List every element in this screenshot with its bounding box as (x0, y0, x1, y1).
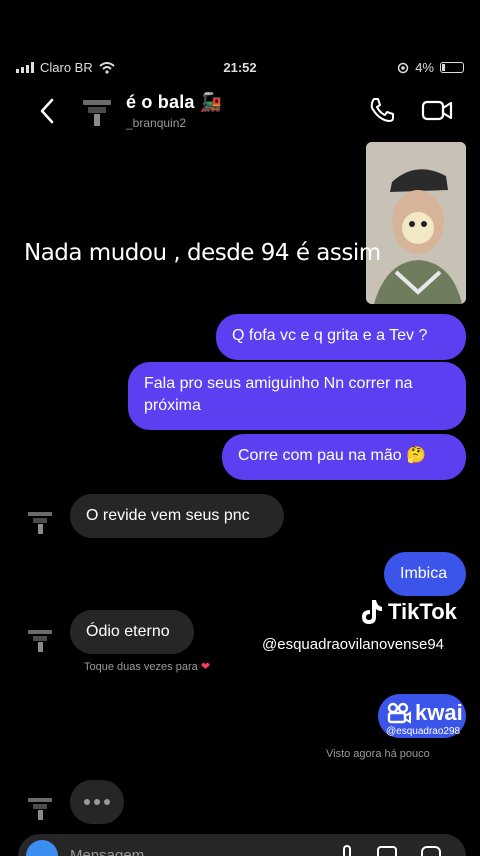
double-tap-hint: Toque duas vezes para ❤ (84, 660, 210, 673)
gallery-icon[interactable] (376, 844, 398, 856)
location-icon (397, 62, 409, 73)
message-bubble-incoming[interactable]: Ódio eterno (70, 610, 194, 654)
sticker-icon[interactable] (420, 844, 442, 856)
person-image (366, 142, 466, 304)
heart-icon: ❤ (200, 661, 211, 673)
chat-header: é o bala 🚂 _branquin2 (0, 84, 480, 138)
phone-icon[interactable] (368, 96, 396, 124)
battery-percent: 4% (415, 60, 434, 75)
seen-status: Visto agora há pouco (326, 748, 430, 760)
battery-icon (440, 62, 464, 73)
back-arrow-icon[interactable] (34, 94, 62, 128)
sender-avatar[interactable] (26, 506, 54, 538)
message-composer[interactable]: Mensagem... (18, 834, 466, 856)
status-bar: Claro BR 21:52 4% (0, 56, 480, 80)
tiktok-username: @esquadraovilanovense94 (262, 636, 445, 653)
message-bubble-incoming[interactable]: O revide vem seus pnc (70, 494, 284, 538)
shared-video-thumbnail[interactable] (366, 142, 466, 304)
message-bubble-outgoing[interactable]: Imbica (384, 552, 466, 596)
kwai-watermark: kwai (386, 700, 463, 726)
kwai-username: @esquadrao298 (386, 726, 461, 737)
message-bubble-outgoing[interactable]: Corre com pau na mão 🤔 (222, 434, 466, 480)
camera-button[interactable] (26, 840, 58, 856)
tiktok-watermark: TikTok (358, 598, 457, 626)
message-bubble-outgoing[interactable]: Fala pro seus amiguinho Nn correr na pró… (128, 362, 466, 430)
kwai-brand: kwai (415, 700, 463, 725)
video-caption: Nada mudou , desde 94 é assim (24, 240, 381, 266)
sender-avatar[interactable] (26, 624, 54, 656)
tiktok-brand: TikTok (388, 599, 457, 624)
microphone-icon[interactable] (336, 844, 358, 856)
message-bubble-outgoing[interactable]: Q fofa vc e q grita e a Tev ? (216, 314, 466, 360)
message-input[interactable]: Mensagem... (70, 847, 157, 856)
kwai-logo-icon (387, 702, 411, 724)
video-call-icon[interactable] (420, 96, 454, 124)
chat-title[interactable]: é o bala 🚂 (126, 92, 222, 113)
tiktok-logo-icon (362, 600, 382, 624)
typing-indicator (70, 780, 124, 824)
sender-avatar[interactable] (26, 792, 54, 824)
double-tap-hint-text: Toque duas vezes para (84, 661, 198, 673)
chat-username: _branquin2 (126, 116, 187, 130)
avatar[interactable] (80, 92, 114, 130)
